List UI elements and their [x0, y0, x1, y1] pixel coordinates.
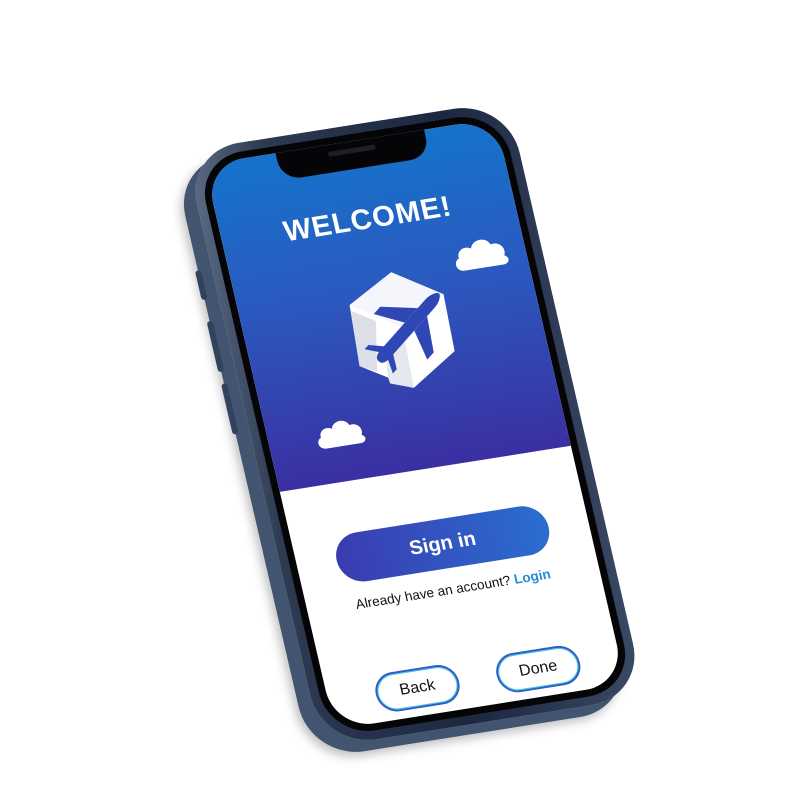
cube-airplane-logo: [324, 255, 477, 405]
volume-up-button: [206, 320, 225, 373]
product-mockup: WELCOME! Sign in Already have an account…: [0, 0, 800, 800]
done-button[interactable]: Done: [492, 643, 585, 696]
navigation-buttons: Back Done: [324, 637, 625, 726]
cloud-icon: [311, 412, 370, 453]
auth-panel: Sign in Already have an account? Login B…: [280, 446, 626, 729]
back-button[interactable]: Back: [371, 662, 464, 715]
earpiece-speaker: [327, 144, 377, 157]
smartphone: WELCOME! Sign in Already have an account…: [184, 100, 646, 748]
mute-switch: [194, 270, 208, 301]
app-screen: WELCOME! Sign in Already have an account…: [204, 118, 626, 730]
login-link[interactable]: Login: [512, 567, 552, 587]
phone-bezel: WELCOME! Sign in Already have an account…: [195, 110, 635, 738]
cloud-icon: [447, 230, 513, 276]
volume-down-button: [221, 383, 239, 435]
